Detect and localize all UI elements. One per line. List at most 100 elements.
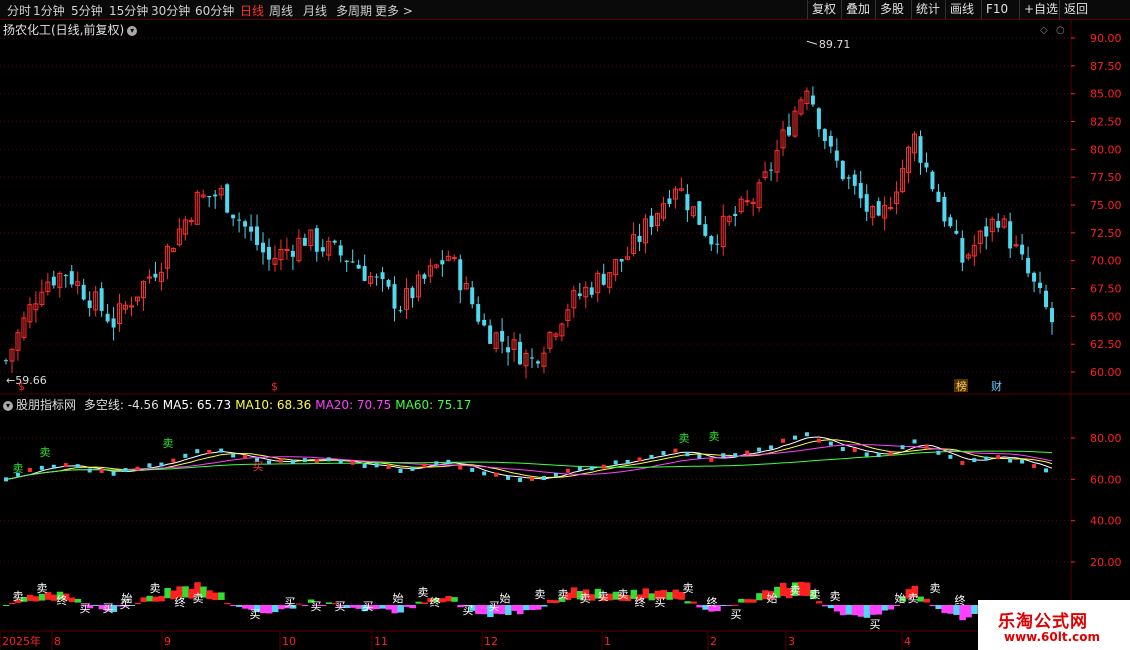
kline-ytick-label: 72.50 <box>1090 227 1122 240</box>
histogram-bar <box>750 599 757 603</box>
signal-sell: 卖 <box>908 592 919 605</box>
signal-buy: 买 <box>311 600 322 613</box>
histogram-bar <box>827 605 835 609</box>
signal-buy: 买 <box>335 600 346 613</box>
candle-body <box>338 245 343 256</box>
ind-candle <box>816 438 821 443</box>
signal-end: 终 <box>955 593 966 607</box>
kline-ytick-label: 70.00 <box>1090 255 1122 268</box>
ind-signal-sell: 卖 <box>163 437 174 450</box>
candle-body <box>960 238 965 263</box>
candle-body <box>697 201 702 225</box>
ind-candle <box>458 465 463 470</box>
candle-body <box>290 250 295 257</box>
histogram-bar <box>451 597 458 602</box>
candle-body <box>518 341 523 365</box>
histogram-bar <box>839 605 847 616</box>
histogram-bar <box>26 594 34 601</box>
candle-body <box>362 266 367 281</box>
histogram-bar <box>738 598 745 603</box>
candle-body <box>482 319 487 326</box>
candle-body <box>146 276 152 279</box>
candle-body <box>924 162 929 168</box>
signal-end: 终 <box>707 595 718 609</box>
histogram-bar <box>445 595 452 602</box>
histogram-bar <box>540 605 548 607</box>
ind-candle <box>219 448 224 453</box>
ind-candle <box>410 466 415 471</box>
candle-body <box>237 219 242 221</box>
watermark-text: 乐淘公式网 <box>998 612 1088 632</box>
histogram-bar <box>373 605 381 610</box>
ind-ytick-label: 80.00 <box>1090 432 1122 445</box>
ind-ytick-label: 40.00 <box>1090 515 1122 528</box>
ind-signal-sell: 卖 <box>40 446 51 459</box>
histogram-bar <box>546 599 554 603</box>
ind-candle <box>4 477 8 482</box>
ind-candle <box>972 458 977 463</box>
ind-candle <box>278 458 283 463</box>
signal-buy: 买 <box>489 600 500 613</box>
ind-candle <box>326 457 331 462</box>
histogram-bar <box>230 605 237 606</box>
candle-body <box>744 200 750 203</box>
candle-body <box>213 194 218 197</box>
kline-ytick-label: 82.50 <box>1090 116 1122 129</box>
ind-signal-buy: 买 <box>253 460 264 473</box>
histogram-bar <box>403 605 410 607</box>
histogram-bar <box>242 605 249 609</box>
kline-ytick-label: 67.50 <box>1090 283 1122 296</box>
ind-candle <box>912 439 917 444</box>
ind-candle <box>518 477 523 482</box>
candle-body <box>350 261 355 263</box>
candle-body <box>440 260 445 265</box>
histogram-bar <box>881 605 889 611</box>
histogram-bar <box>421 602 428 604</box>
ind-candle <box>541 476 546 481</box>
histogram-bar <box>385 605 393 610</box>
ind-candle <box>147 463 152 468</box>
candle-body <box>529 357 534 359</box>
histogram-bar <box>929 605 936 607</box>
ind-candle <box>661 451 666 456</box>
ind-candle <box>685 452 690 457</box>
ind-candle <box>362 463 367 468</box>
ind-candle <box>39 465 44 470</box>
candle-body <box>422 274 427 279</box>
ind-candle <box>374 463 379 468</box>
candle-body <box>787 126 792 136</box>
candle-body <box>942 196 947 222</box>
histogram-bar <box>92 605 100 606</box>
rank-badge: 榜 <box>956 379 967 393</box>
chart-canvas[interactable]: 90.00 87.50 85.00 82.50 80.00 77.50 75.00 72.50… <box>0 0 1130 650</box>
histogram-bar <box>851 605 859 616</box>
candle-body <box>4 360 8 362</box>
candle-body <box>619 259 624 262</box>
candle-body <box>81 284 86 300</box>
xaxis-label: 4 <box>904 635 911 648</box>
histogram-bar <box>32 596 40 602</box>
ind-candle <box>936 450 941 455</box>
ind-candle <box>948 454 953 459</box>
ind-ytick-label: 60.00 <box>1090 473 1122 486</box>
candle-body <box>451 257 457 260</box>
ind-candle <box>111 471 116 476</box>
histogram-bar <box>481 605 488 615</box>
signal-sell: 卖 <box>830 590 841 603</box>
ind-candle <box>697 454 702 459</box>
candle-body <box>99 288 104 311</box>
xaxis-label: 12 <box>484 635 498 648</box>
ind-candle <box>852 448 857 453</box>
candle-body <box>261 242 266 253</box>
signal-sell: 卖 <box>150 582 161 595</box>
histogram-bar <box>523 605 530 611</box>
histogram-bar <box>164 587 171 599</box>
ind-candle <box>769 445 774 450</box>
candle-body <box>685 194 690 211</box>
candle-body <box>380 272 385 280</box>
histogram-bar <box>887 605 895 610</box>
histogram-bar <box>409 605 416 609</box>
candle-body <box>996 220 1001 228</box>
signal-end: 终 <box>635 595 646 609</box>
watermark-url: www.60lt.com <box>1004 630 1101 644</box>
